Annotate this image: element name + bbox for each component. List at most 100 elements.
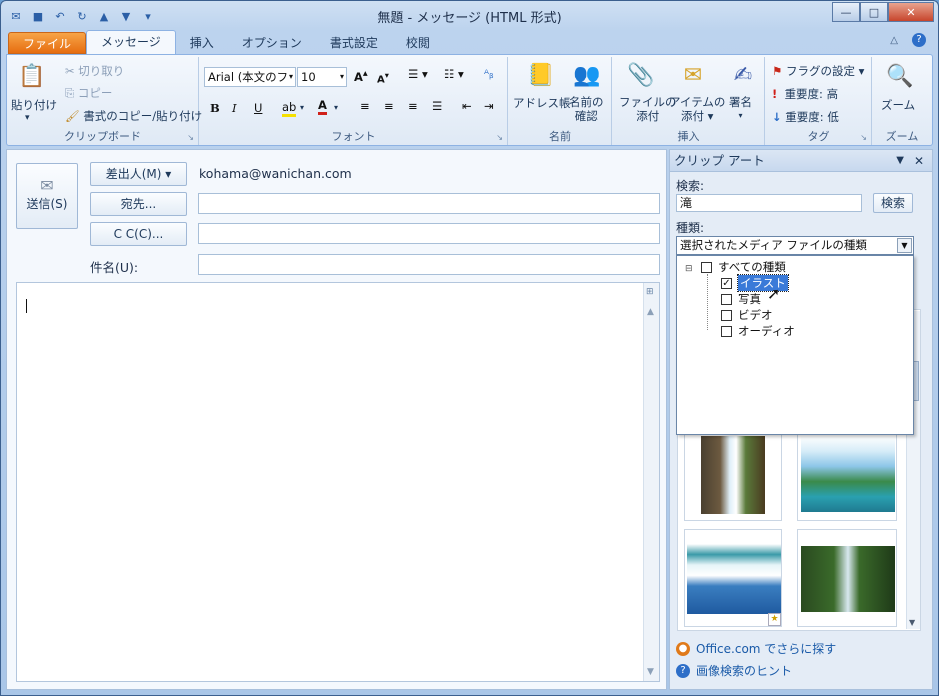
align-left-button[interactable]: ≡ <box>360 99 370 113</box>
grow-font-button[interactable]: A▴ <box>354 68 368 84</box>
checkbox-all[interactable] <box>701 261 712 273</box>
styles-icon[interactable]: ᴬᵦ <box>484 67 494 81</box>
option-photo[interactable]: 写真 <box>721 291 761 307</box>
media-type-select[interactable]: 選択されたメディア ファイルの種類 ▼ <box>676 236 914 255</box>
check-names-button[interactable]: 名前の 確認 <box>569 95 604 123</box>
underline-button[interactable]: U <box>254 101 262 115</box>
message-body[interactable]: ⊞ ▲ ▼ <box>16 282 660 682</box>
scroll-down-icon[interactable]: ▼ <box>647 667 654 677</box>
window-title: 無題 - メッセージ (HTML 形式) <box>377 11 562 26</box>
to-button[interactable]: 宛先... <box>90 192 187 216</box>
signature-button[interactable]: 署名 ▾ <box>729 95 752 123</box>
help-icon[interactable]: ? <box>912 33 926 47</box>
font-launcher-icon[interactable]: ↘ <box>496 133 503 142</box>
address-book-button[interactable]: アドレス帳 <box>513 95 571 111</box>
pane-close-icon[interactable]: ✕ <box>914 150 924 172</box>
copy-icon: ⎘ <box>65 86 75 100</box>
clipart-search-button[interactable]: 検索 <box>873 193 913 213</box>
clipart-thumb-1[interactable] <box>684 427 782 521</box>
address-book-icon[interactable]: 📒 <box>527 61 555 89</box>
justify-button[interactable]: ☰ <box>432 99 442 113</box>
magnifier-icon[interactable]: 🔍 <box>885 61 915 91</box>
collapse-tree-icon[interactable]: ⊟ <box>685 264 693 274</box>
pen-icon[interactable]: ✍ <box>729 61 757 89</box>
close-button[interactable]: ✕ <box>888 2 934 22</box>
select-dropdown-icon[interactable]: ▼ <box>897 238 912 253</box>
tags-group: ⚑ フラグの設定 ▾ ! 重要度: 高 ↓ 重要度: 低 タグ ↘ <box>766 57 872 145</box>
clipart-thumb-3[interactable]: ★ <box>684 529 782 627</box>
clipart-thumb-2[interactable] <box>797 427 897 521</box>
font-name-select[interactable]: Arial (本文のフ ▾ <box>204 67 296 87</box>
increase-indent-button[interactable]: ⇥ <box>484 99 494 113</box>
tab-insert[interactable]: 挿入 <box>176 32 228 54</box>
align-right-button[interactable]: ≡ <box>408 99 418 113</box>
shrink-font-button[interactable]: A▾ <box>377 70 389 85</box>
attach-file-button[interactable]: ファイルの 添付 <box>619 95 677 123</box>
option-video[interactable]: ビデオ <box>721 307 773 323</box>
paste-button[interactable]: 貼り付け <box>11 97 57 113</box>
font-color-button[interactable]: A <box>318 98 327 115</box>
check-names-icon[interactable]: 👥 <box>573 61 601 89</box>
cc-button[interactable]: C C(C)... <box>90 222 187 246</box>
names-group-label: 名前 <box>549 130 571 143</box>
low-importance-button[interactable]: ↓ 重要度: 低 <box>772 109 839 125</box>
body-scrollbar[interactable]: ⊞ ▲ ▼ <box>643 283 659 681</box>
clipart-thumb-4[interactable] <box>797 529 897 627</box>
office-icon: ● <box>676 641 690 656</box>
envelope-icon[interactable]: ✉ <box>679 61 707 89</box>
format-painter-button[interactable]: 🖌 書式のコピー/貼り付け <box>65 108 202 124</box>
tab-file[interactable]: ファイル <box>8 32 87 54</box>
scroll-up-icon[interactable]: ▲ <box>647 307 654 317</box>
followup-button[interactable]: ⚑ フラグの設定 ▾ <box>772 63 864 79</box>
waterfall-image-4 <box>801 546 895 612</box>
highlight-dropdown-icon[interactable]: ▾ <box>300 103 304 112</box>
numbering-button[interactable]: ☷ ▾ <box>444 67 464 81</box>
cc-field[interactable] <box>198 223 660 244</box>
subject-field[interactable] <box>198 254 660 275</box>
checkbox-audio[interactable] <box>721 325 732 337</box>
names-group: 📒 アドレス帳 👥 名前の 確認 名前 <box>509 57 612 145</box>
clipboard-launcher-icon[interactable]: ↘ <box>187 133 194 142</box>
paperclip-icon[interactable]: 📎 <box>627 61 655 89</box>
italic-button[interactable]: I <box>232 101 237 115</box>
align-center-button[interactable]: ≡ <box>384 99 394 113</box>
office-com-link[interactable]: ● Office.com でさらに探す <box>676 640 836 657</box>
tab-options[interactable]: オプション <box>228 32 316 54</box>
minimize-button[interactable]: — <box>832 2 860 22</box>
checkbox-video[interactable] <box>721 309 732 321</box>
tab-review[interactable]: 校閲 <box>392 32 444 54</box>
font-size-select[interactable]: 10 ▾ <box>297 67 347 87</box>
from-button[interactable]: 差出人(M) ▾ <box>90 162 187 186</box>
high-importance-button[interactable]: ! 重要度: 高 <box>772 86 838 102</box>
checkbox-illustration[interactable]: ✓ <box>721 277 732 289</box>
checkbox-photo[interactable] <box>721 293 732 305</box>
search-hint-link[interactable]: ? 画像検索のヒント <box>676 662 792 679</box>
paste-icon[interactable]: 📋 <box>17 61 47 91</box>
decrease-indent-button[interactable]: ⇤ <box>462 99 472 113</box>
clipart-search-input[interactable]: 滝 <box>676 194 862 212</box>
send-button[interactable]: ✉ 送信(S) <box>16 163 78 229</box>
paste-dropdown-icon[interactable]: ▾ <box>25 113 30 123</box>
option-all-types[interactable]: すべての種類 <box>701 259 786 275</box>
attach-item-button[interactable]: アイテムの 添付 ▾ <box>669 95 725 123</box>
zoom-button[interactable]: ズーム <box>881 97 915 113</box>
clipart-pane-header: クリップ アート ▼ ✕ <box>670 150 932 172</box>
font-color-dropdown-icon[interactable]: ▾ <box>334 103 338 112</box>
highlight-button[interactable]: ab <box>282 100 297 117</box>
results-scroll-down-icon[interactable]: ▼ <box>909 618 915 627</box>
tab-format[interactable]: 書式設定 <box>316 32 392 54</box>
bullets-button[interactable]: ☰ ▾ <box>408 67 428 81</box>
scissors-icon: ✂ <box>65 64 75 78</box>
to-field[interactable] <box>198 193 660 214</box>
bold-button[interactable]: B <box>210 101 220 115</box>
ruler-icon[interactable]: ⊞ <box>646 287 654 297</box>
option-audio[interactable]: オーディオ <box>721 323 795 339</box>
media-type-dropdown: ⊟ すべての種類 ✓ イラスト 写真 ビデオ オーディオ ➚ <box>676 255 914 435</box>
zoom-group: 🔍 ズーム ズーム <box>873 57 931 145</box>
pane-menu-icon[interactable]: ▼ <box>896 150 904 172</box>
tags-launcher-icon[interactable]: ↘ <box>860 133 867 142</box>
outlook-window: ✉ ■ ↶ ↻ ▲ ▼ ▾ 無題 - メッセージ (HTML 形式) — □ ✕… <box>0 0 939 696</box>
maximize-button[interactable]: □ <box>860 2 888 22</box>
ribbon-collapse-icon[interactable]: △ <box>890 35 898 46</box>
tab-message[interactable]: メッセージ <box>86 30 176 54</box>
